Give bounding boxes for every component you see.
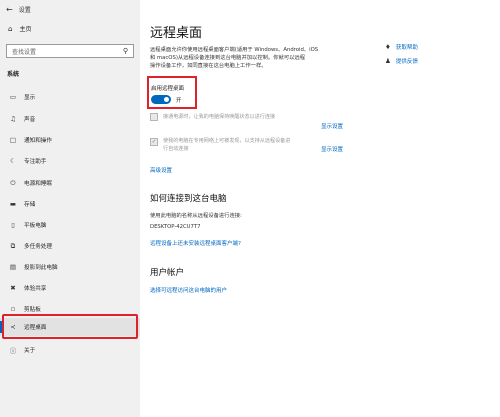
sidebar-item-power[interactable]: ⏻ 电源和睡眠	[0, 174, 140, 192]
multitask-icon: ⧉	[10, 241, 16, 250]
get-help-label: 获取帮助	[395, 45, 418, 51]
share-icon: ✖	[10, 284, 16, 292]
sidebar-item-shared-experiences[interactable]: ✖ 体验共享	[0, 279, 140, 297]
sidebar-item-multitasking[interactable]: ⧉ 多任务处理	[0, 237, 140, 255]
keep-awake-label: 接通电源时，让我的电脑保持唤醒状态以进行连接	[163, 113, 315, 121]
show-settings-link-1[interactable]: 显示设置	[321, 122, 343, 130]
highlight-box-toggle	[147, 76, 197, 109]
sidebar-home[interactable]: ⌂ 主页	[8, 24, 32, 34]
sidebar: ← 设置 ⌂ 主页 查找设置 ⚲ 系统 ▭ 显示 ♫ 声音 □ 通知和操作 ☾ …	[0, 0, 140, 417]
sidebar-item-label: 多任务处理	[24, 244, 52, 250]
moon-icon: ☾	[10, 157, 16, 165]
monitor-icon: ▭	[9, 93, 17, 101]
feedback-link[interactable]: ♟ 提供反馈	[385, 57, 418, 65]
intro-line: 远程桌面允许你使用远程桌面客户端(适用于 Windows、Android、iOS	[150, 47, 319, 53]
sidebar-item-label: 体验共享	[24, 286, 47, 292]
sidebar-item-label: 存储	[24, 202, 36, 208]
sidebar-item-about[interactable]: ⓘ 关于	[0, 341, 140, 359]
projector-icon: ▤	[9, 263, 17, 271]
section-label: 系统	[7, 71, 20, 78]
show-settings-link-2[interactable]: 显示设置	[321, 145, 343, 153]
discoverable-checkbox[interactable]: ✓	[150, 138, 158, 146]
speaker-icon: ♫	[10, 115, 16, 123]
option-line: 使我的电脑在专用网络上可被发现，以支持从远程设备进	[163, 138, 291, 144]
option-line: 行自动连接	[163, 146, 189, 152]
home-label: 主页	[19, 26, 32, 33]
how-to-connect-text: 使用此电脑的名称从远程设备进行连接:	[150, 213, 242, 219]
info-icon: ⓘ	[9, 347, 17, 355]
back-arrow-icon[interactable]: ←	[6, 5, 13, 14]
sidebar-item-sound[interactable]: ♫ 声音	[0, 110, 140, 128]
title-bar: ← 设置	[6, 3, 31, 15]
sidebar-item-notifications[interactable]: □ 通知和操作	[0, 131, 140, 149]
user-accounts-heading: 用户帐户	[150, 268, 185, 278]
sidebar-item-display[interactable]: ▭ 显示	[0, 88, 140, 106]
pc-name: DESKTOP-42CU7T7	[150, 224, 201, 230]
clipboard-icon: ▫	[10, 305, 16, 313]
toggle-label: 启用远程桌面	[151, 86, 185, 92]
sidebar-item-focus-assist[interactable]: ☾ 专注助手	[0, 152, 140, 170]
intro-line: 和 macOS)从远程设备连接到这台电脑并加以控制。你就可以远程	[150, 55, 306, 61]
tablet-icon: ▯	[11, 221, 15, 229]
discoverable-label: 使我的电脑在专用网络上可被发现，以支持从远程设备进 行自动连接	[163, 137, 315, 153]
get-help-link[interactable]: ♦ 获取帮助	[385, 43, 418, 51]
remote-desktop-toggle[interactable]	[151, 95, 171, 104]
intro-text: 远程桌面允许你使用远程桌面客户端(适用于 Windows、Android、iOS…	[150, 46, 364, 70]
search-icon[interactable]: ⚲	[123, 47, 128, 55]
toggle-state: 开	[176, 98, 182, 104]
main-panel: 远程桌面 远程桌面允许你使用远程桌面客户端(适用于 Windows、Androi…	[140, 0, 500, 417]
window-title: 设置	[18, 6, 31, 14]
search-placeholder: 查找设置	[12, 48, 37, 56]
search-input[interactable]: 查找设置 ⚲	[6, 44, 134, 58]
feedback-icon: ♟	[385, 57, 391, 65]
highlight-box-remote-desktop	[2, 314, 138, 339]
sidebar-item-label: 通知和操作	[24, 138, 52, 144]
sidebar-item-label: 平板电脑	[24, 223, 47, 229]
sidebar-item-tablet[interactable]: ▯ 平板电脑	[0, 216, 140, 234]
toggle-knob	[164, 97, 169, 102]
no-client-link[interactable]: 远程设备上还未安装远程桌面客户端?	[150, 239, 241, 247]
notification-icon: □	[9, 136, 17, 144]
sidebar-item-label: 关于	[24, 348, 36, 354]
sidebar-item-label: 剪贴板	[24, 307, 41, 313]
advanced-settings-link[interactable]: 高级设置	[150, 166, 172, 174]
keep-awake-checkbox[interactable]	[150, 113, 158, 121]
intro-line: 操作设备工作，如同直接在这台电脑上工作一样。	[150, 63, 267, 69]
how-to-connect-heading: 如何连接到这台电脑	[150, 194, 227, 204]
power-icon: ⏻	[10, 178, 16, 187]
sidebar-item-label: 投影到此电脑	[24, 265, 58, 271]
option-line: 接通电源时，让我的电脑保持唤醒状态以进行连接	[163, 114, 276, 120]
sidebar-item-label: 声音	[24, 117, 36, 123]
feedback-label: 提供反馈	[395, 59, 418, 65]
home-icon: ⌂	[8, 24, 13, 33]
sidebar-item-projecting[interactable]: ▤ 投影到此电脑	[0, 258, 140, 276]
help-chat-icon: ♦	[385, 43, 391, 51]
page-title: 远程桌面	[150, 26, 203, 41]
select-users-link[interactable]: 选择可远程访问这台电脑的用户	[150, 286, 227, 294]
sidebar-item-label: 专注助手	[24, 159, 47, 165]
storage-icon: ▬	[9, 200, 17, 208]
sidebar-item-storage[interactable]: ▬ 存储	[0, 195, 140, 213]
sidebar-item-label: 显示	[24, 95, 36, 101]
sidebar-item-label: 电源和睡眠	[24, 181, 52, 187]
